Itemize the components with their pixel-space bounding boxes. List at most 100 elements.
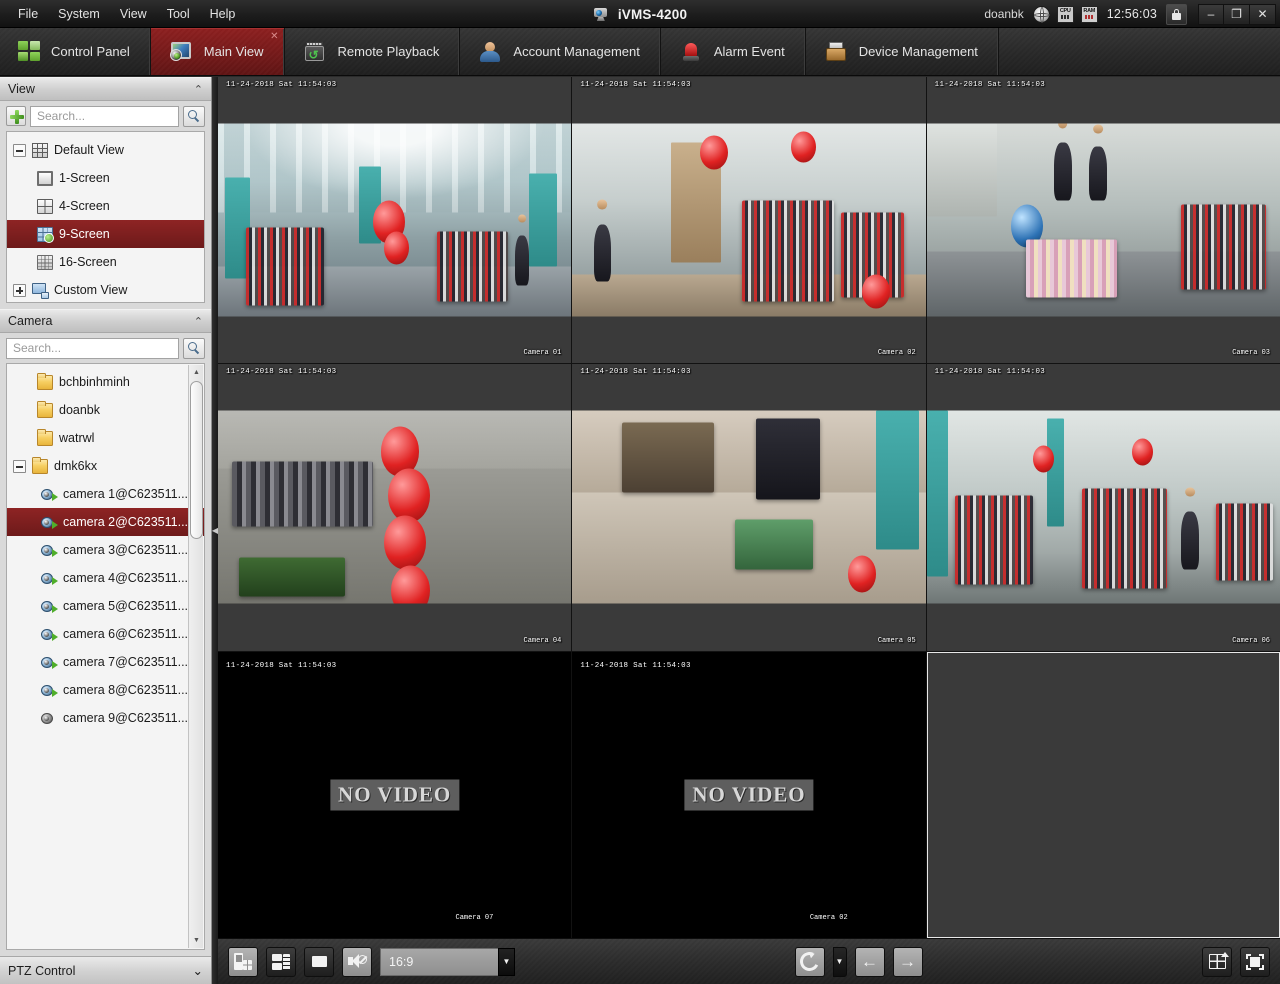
- tree-item-watrwl[interactable]: watrwl: [7, 424, 204, 452]
- tree-item-1-screen-label: 1-Screen: [59, 171, 110, 185]
- tree-item-camera-2-label: camera 2@C623511...: [63, 515, 189, 529]
- video-cell-4[interactable]: 11-24-2018 Sat 11:54:03 Camera 04: [218, 364, 572, 651]
- video-cell-2[interactable]: 11-24-2018 Sat 11:54:03 Camera 02: [572, 77, 926, 364]
- scene-art: [926, 123, 1280, 317]
- tree-item-camera-4[interactable]: camera 4@C623511...: [7, 564, 204, 592]
- auto-switch-button[interactable]: [794, 946, 825, 977]
- video-grid-9: 11-24-2018 Sat 11:54:03 Camera 01 11-24-…: [218, 77, 1280, 938]
- camera-online-icon: [41, 627, 58, 642]
- menu-system[interactable]: System: [48, 2, 110, 26]
- video-cell-6[interactable]: 11-24-2018 Sat 11:54:03 Camera 06: [926, 364, 1280, 651]
- auto-switch-options-button[interactable]: ▼: [832, 946, 847, 977]
- ptz-expand-icon[interactable]: ⌄: [193, 963, 203, 978]
- previous-page-button[interactable]: ←: [854, 946, 885, 977]
- camera-online-icon: [41, 599, 58, 614]
- camera-online-icon: [41, 543, 58, 558]
- expander-minus-icon[interactable]: [13, 459, 26, 473]
- tree-item-camera-8[interactable]: camera 8@C623511...: [7, 676, 204, 704]
- tree-item-9-screen[interactable]: 9-Screen: [7, 220, 204, 248]
- tree-item-camera-7[interactable]: camera 7@C623511...: [7, 648, 204, 676]
- expander-minus-icon[interactable]: [13, 143, 26, 157]
- network-globe-icon[interactable]: [1032, 5, 1050, 23]
- tree-item-16-screen[interactable]: 16-Screen: [7, 248, 204, 276]
- menu-tool[interactable]: Tool: [157, 2, 200, 26]
- camera-tree-scrollbar[interactable]: ▲ ▼: [188, 365, 203, 948]
- view-panel-collapse-icon[interactable]: ⌃: [194, 83, 203, 96]
- mute-button[interactable]: [342, 946, 372, 977]
- restore-button[interactable]: ❐: [1224, 3, 1250, 25]
- tree-item-16-screen-label: 16-Screen: [59, 255, 117, 269]
- view-search-button[interactable]: [183, 105, 205, 127]
- cpu-bars: [1058, 14, 1073, 19]
- tab-device-management[interactable]: Device Management: [806, 28, 999, 75]
- video-cell-5[interactable]: 11-24-2018 Sat 11:54:03 Camera 05: [572, 364, 926, 651]
- tab-account-management[interactable]: Account Management: [460, 28, 661, 75]
- tree-item-default-view-label: Default View: [54, 143, 124, 157]
- camera-online-icon: [41, 487, 58, 502]
- speaker-mute-icon: [347, 954, 367, 969]
- camera-search-button[interactable]: [183, 337, 205, 359]
- tree-item-4-screen[interactable]: 4-Screen: [7, 192, 204, 220]
- stop-all-button[interactable]: [304, 946, 334, 977]
- tree-item-1-screen[interactable]: 1-Screen: [7, 164, 204, 192]
- lock-button[interactable]: [1166, 3, 1187, 25]
- no-video-label-8: NO VIDEO: [684, 779, 814, 811]
- tab-control-panel[interactable]: Control Panel: [0, 28, 151, 75]
- video-cell-7[interactable]: 11-24-2018 Sat 11:54:03 NO VIDEO Camera …: [218, 651, 572, 938]
- full-screen-button[interactable]: [1240, 946, 1270, 977]
- aspect-ratio-value[interactable]: 16:9: [380, 947, 498, 976]
- view-panel-title: View: [8, 82, 35, 96]
- ptz-control-title: PTZ Control: [8, 963, 76, 978]
- tree-item-bchbinhminh[interactable]: bchbinhminh: [7, 368, 204, 396]
- aspect-ratio-dropdown-icon[interactable]: ▼: [498, 947, 515, 976]
- video-cell-9[interactable]: [926, 651, 1280, 938]
- camera-online-icon: [41, 515, 58, 530]
- tree-item-camera-1[interactable]: camera 1@C623511...: [7, 480, 204, 508]
- tree-item-camera-2[interactable]: camera 2@C623511...: [7, 508, 204, 536]
- camera-tree: bchbinhminh doanbk watrwl dmk6kx camera …: [7, 364, 204, 736]
- video-cell-8[interactable]: 11-24-2018 Sat 11:54:03 NO VIDEO Camera …: [572, 651, 926, 938]
- camera-search-box[interactable]: [6, 337, 179, 359]
- tab-remote-playback[interactable]: ↺ Remote Playback: [285, 28, 461, 75]
- scroll-down-icon[interactable]: ▼: [189, 933, 204, 948]
- scrollbar-thumb[interactable]: [190, 381, 203, 539]
- tab-main-view-close-icon[interactable]: ✕: [270, 32, 278, 42]
- scroll-up-icon[interactable]: ▲: [189, 365, 204, 380]
- tree-item-dmk6kx[interactable]: dmk6kx: [7, 452, 204, 480]
- camera-panel-collapse-icon[interactable]: ⌃: [194, 315, 203, 328]
- tree-item-default-view[interactable]: Default View: [7, 136, 204, 164]
- minimize-button[interactable]: –: [1198, 3, 1224, 25]
- tree-item-doanbk[interactable]: doanbk: [7, 396, 204, 424]
- next-page-button[interactable]: →: [892, 946, 923, 977]
- capture-button[interactable]: [228, 946, 258, 977]
- tree-item-camera-9[interactable]: camera 9@C623511...: [7, 704, 204, 732]
- aspect-ratio-combo[interactable]: 16:9 ▼: [380, 947, 515, 976]
- video-stream-3: [926, 123, 1280, 317]
- tree-item-camera-3[interactable]: camera 3@C623511...: [7, 536, 204, 564]
- menu-view[interactable]: View: [110, 2, 157, 26]
- cpu-icon[interactable]: CPU: [1056, 5, 1074, 23]
- tab-main-view[interactable]: Main View ✕: [151, 28, 285, 75]
- video-cell-1[interactable]: 11-24-2018 Sat 11:54:03 Camera 01: [218, 77, 572, 364]
- add-view-button[interactable]: [6, 106, 26, 126]
- menu-file[interactable]: File: [8, 2, 48, 26]
- video-cell-3[interactable]: 11-24-2018 Sat 11:54:03 Camera 03: [926, 77, 1280, 364]
- window-division-button[interactable]: [266, 946, 296, 977]
- tree-item-camera-5[interactable]: camera 5@C623511...: [7, 592, 204, 620]
- expander-plus-icon[interactable]: [13, 283, 26, 297]
- view-search-input[interactable]: [37, 109, 172, 123]
- ram-icon[interactable]: RAM: [1080, 5, 1098, 23]
- menu-help[interactable]: Help: [200, 2, 246, 26]
- camera-search-input[interactable]: [13, 341, 172, 355]
- view-panel-header[interactable]: View ⌃: [0, 77, 211, 101]
- tab-alarm-event[interactable]: Alarm Event: [661, 28, 806, 75]
- camera-panel-header[interactable]: Camera ⌃: [0, 309, 211, 333]
- screen-layout-button[interactable]: [1202, 946, 1232, 977]
- menu-bar: File System View Tool Help: [0, 0, 245, 28]
- tree-item-custom-view[interactable]: Custom View: [7, 276, 204, 302]
- view-search-box[interactable]: [30, 105, 179, 127]
- view-tree-container: Default View 1-Screen 4-Screen 9-Screen: [6, 131, 205, 303]
- close-button[interactable]: ✕: [1250, 3, 1276, 25]
- ptz-control-panel-header[interactable]: PTZ Control ⌄: [0, 956, 211, 984]
- tree-item-camera-6[interactable]: camera 6@C623511...: [7, 620, 204, 648]
